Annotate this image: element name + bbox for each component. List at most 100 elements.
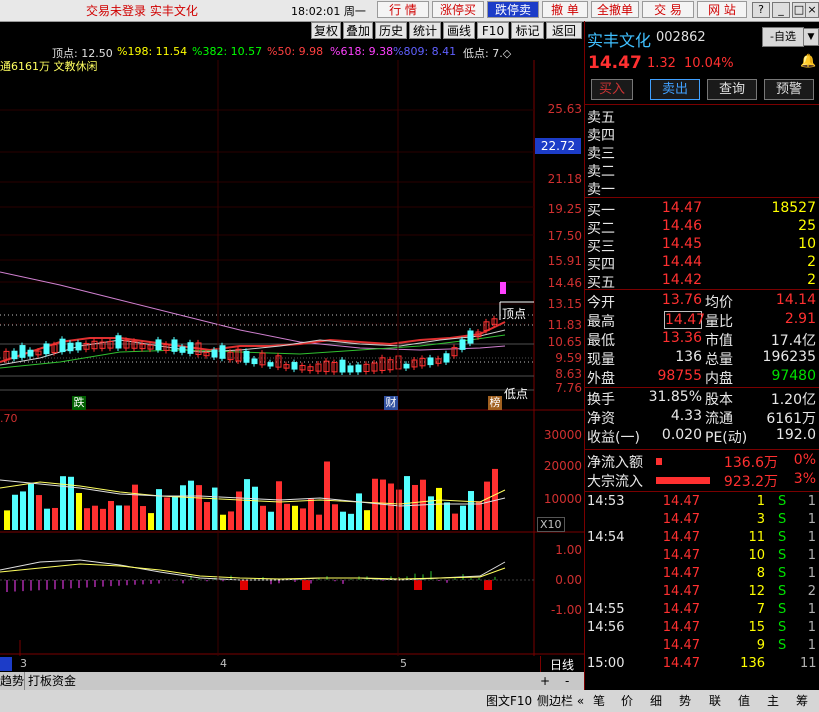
buy-level-volume: 18527 [771, 200, 816, 216]
volume-bar [100, 508, 106, 530]
stat-key: 市值 [705, 333, 733, 349]
zoom-in-button[interactable]: + [540, 672, 550, 690]
stat-key: 内盘 [705, 371, 733, 387]
zoom-out-button[interactable]: - [565, 672, 569, 690]
tab-related[interactable]: 联 [709, 692, 721, 709]
tick-time: 14:53 [587, 494, 625, 509]
flow-label: 大宗流入 [587, 474, 643, 490]
buy-level-volume: 10 [798, 236, 816, 252]
tab-board-fund[interactable]: 打板资金 [24, 672, 76, 690]
draw-line-button[interactable]: 画线 [443, 22, 475, 39]
maximize-icon[interactable]: □ [792, 2, 806, 18]
price-label: 9.59 [555, 351, 582, 365]
macd-label: 1.00 [555, 543, 582, 557]
query-button[interactable]: 查询 [707, 79, 757, 100]
macd-signal [240, 580, 248, 590]
price-change: 1.32 [647, 56, 676, 71]
volume-bar [116, 505, 122, 530]
stock-code: 002862 [656, 30, 706, 45]
indicator-tab-bar: 趋势 打板资金 + - [0, 672, 584, 690]
overlay-button[interactable]: 叠加 [343, 22, 373, 39]
self-select-button[interactable]: -自选 [762, 27, 804, 47]
mark-list[interactable]: 榜 [488, 396, 502, 410]
tab-detail[interactable]: 细 [650, 692, 662, 709]
limit-up-buy-button[interactable]: 涨停买 [432, 1, 484, 18]
volume-bar [356, 493, 362, 530]
volume-bar [284, 503, 290, 530]
tick-volume: 12 [748, 584, 765, 599]
chevron-down-icon[interactable]: ▼ [803, 28, 819, 46]
volume-bar [44, 508, 50, 530]
price-change-pct: 10.04% [684, 56, 734, 71]
mark-button[interactable]: 标记 [511, 22, 544, 39]
tab-trend-small[interactable]: 势 [679, 692, 691, 709]
candle-body [467, 330, 474, 344]
scroll-start-marker[interactable] [0, 657, 12, 671]
macd-dif-line [0, 559, 506, 581]
volume-bar [108, 500, 114, 530]
back-button[interactable]: 返回 [546, 22, 582, 39]
cancel-all-button[interactable]: 全撤单 [591, 1, 639, 18]
bell-icon[interactable]: 🔔 [800, 54, 816, 69]
flow-bar [656, 477, 710, 484]
candle-body [11, 350, 18, 360]
tab-chips[interactable]: 筹 [796, 692, 808, 709]
stat-value: 2.91 [784, 311, 816, 327]
volume-bar [52, 507, 58, 530]
candle-body [443, 353, 450, 363]
kline-chart[interactable] [0, 40, 584, 656]
period-selector[interactable]: 日线 [540, 656, 583, 672]
f10-button[interactable]: F10 [477, 22, 509, 39]
tab-main[interactable]: 主 [767, 692, 779, 709]
stat-value: 97480 [771, 368, 816, 384]
tick-time: 15:00 [587, 656, 625, 671]
ma-long-line [0, 271, 506, 351]
tab-value[interactable]: 值 [738, 692, 750, 709]
price-label: 8.63 [555, 367, 582, 381]
buy-button[interactable]: 买入 [591, 79, 633, 100]
cancel-order-button[interactable]: 撤 单 [542, 1, 588, 18]
trade-button[interactable]: 交 易 [642, 1, 694, 18]
volume-bar [268, 511, 274, 530]
tick-price: 14.47 [662, 584, 700, 599]
minimize-icon[interactable]: _ [772, 2, 790, 18]
volume-bar [28, 483, 34, 530]
stat-value: 0.020 [661, 427, 702, 443]
buy-level-label: 买三 [587, 239, 615, 255]
volume-label: 20000 [543, 459, 582, 473]
tick-side: S [778, 620, 787, 635]
buy-level-label: 买四 [587, 257, 615, 273]
volume-label: 10000 [543, 492, 582, 506]
tick-side: S [778, 638, 787, 653]
tab-tick[interactable]: 笔 [593, 692, 605, 709]
quote-button[interactable]: 行 情 [377, 1, 429, 18]
mark-fall[interactable]: 跌 [72, 396, 86, 410]
sell-button[interactable]: 卖出 [650, 79, 700, 100]
limit-down-sell-button[interactable]: 跌停卖 [487, 1, 539, 18]
macd-bars [6, 571, 496, 592]
tick-volume: 9 [756, 638, 765, 653]
tick-count: 1 [807, 566, 816, 581]
tick-price: 14.47 [662, 548, 700, 563]
tab-price[interactable]: 价 [621, 692, 633, 709]
tick-side: S [778, 584, 787, 599]
stats-button[interactable]: 统计 [409, 22, 441, 39]
sidebar-toggle[interactable]: 侧边栏 « [537, 692, 584, 709]
volume-unit: X10 [537, 517, 565, 532]
sell-level-label: 卖四 [587, 128, 615, 144]
tab-trend[interactable]: 趋势 [0, 672, 24, 690]
candle-body [355, 364, 362, 373]
help-icon[interactable]: ? [752, 2, 770, 18]
history-button[interactable]: 历史 [375, 22, 407, 39]
top-point-label: 顶点 [502, 307, 527, 321]
adjust-button[interactable]: 复权 [311, 22, 341, 39]
alert-button[interactable]: 预警 [764, 79, 814, 100]
mark-finance[interactable]: 财 [384, 396, 398, 410]
tick-volume: 7 [756, 602, 765, 617]
website-button[interactable]: 网 站 [697, 1, 747, 18]
tab-f10-text[interactable]: 图文F10 [486, 692, 532, 709]
candle-body [291, 362, 298, 370]
stat-value: 192.0 [775, 427, 816, 443]
volume-label: 30000 [543, 428, 582, 442]
close-icon[interactable]: × [805, 2, 819, 18]
